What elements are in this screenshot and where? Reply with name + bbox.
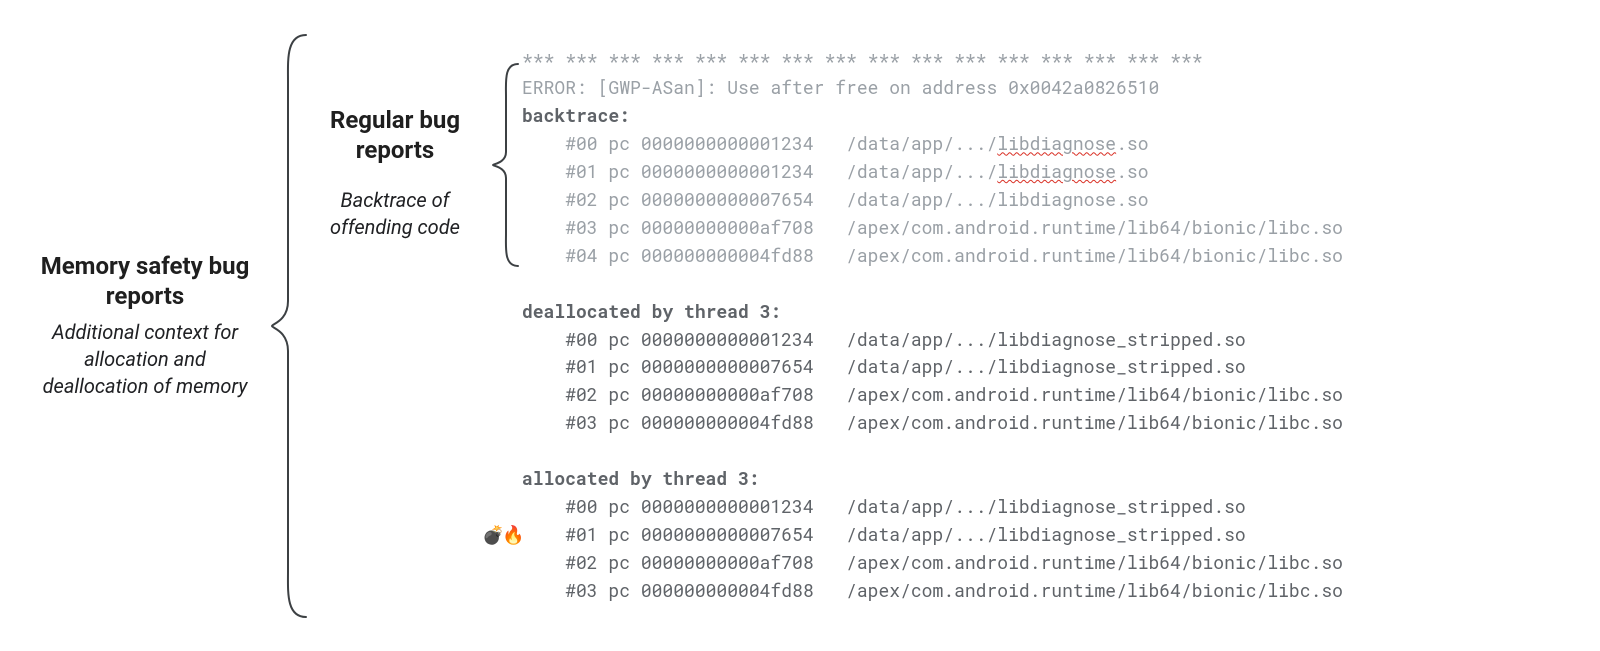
outer-label-column: Memory safety bug reports Additional con… bbox=[30, 251, 270, 400]
code-listing: *** *** *** *** *** *** *** *** *** *** … bbox=[522, 47, 1570, 605]
inner-title: Regular bug reports bbox=[310, 105, 480, 165]
blank-line bbox=[522, 437, 1570, 465]
backtrace-rows: #00 pc 0000000000001234 /data/app/.../li… bbox=[522, 130, 1570, 269]
outer-brace bbox=[270, 31, 310, 621]
stack-frame: 💣🔥#01 pc 0000000000007654 /data/app/.../… bbox=[522, 521, 1570, 549]
dealloc-rows: #00 pc 0000000000001234 /data/app/.../li… bbox=[522, 326, 1570, 438]
backtrace-frame: #00 pc 0000000000001234 /data/app/.../li… bbox=[522, 130, 1570, 158]
stack-frame: #02 pc 00000000000af708 /apex/com.androi… bbox=[522, 549, 1570, 577]
stack-frame: #00 pc 0000000000001234 /data/app/.../li… bbox=[522, 326, 1570, 354]
outer-subtitle: Additional context for allocation and de… bbox=[30, 319, 260, 400]
alloc-heading: allocated by thread 3: bbox=[522, 465, 1570, 493]
stack-frame: #02 pc 00000000000af708 /apex/com.androi… bbox=[522, 381, 1570, 409]
stack-frame: #01 pc 0000000000007654 /data/app/.../li… bbox=[522, 353, 1570, 381]
inner-brace bbox=[490, 60, 522, 270]
dealloc-heading: deallocated by thread 3: bbox=[522, 298, 1570, 326]
stack-frame: #03 pc 000000000004fd88 /apex/com.androi… bbox=[522, 577, 1570, 605]
backtrace-frame: #02 pc 0000000000007654 /data/app/.../li… bbox=[522, 186, 1570, 214]
stack-frame: #00 pc 0000000000001234 /data/app/.../li… bbox=[522, 493, 1570, 521]
backtrace-frame: #03 pc 00000000000af708 /apex/com.androi… bbox=[522, 214, 1570, 242]
diagram-container: Memory safety bug reports Additional con… bbox=[30, 20, 1570, 631]
backtrace-heading: backtrace: bbox=[522, 102, 1570, 130]
inner-label-column: Regular bug reports Backtrace of offendi… bbox=[310, 105, 490, 241]
error-line: ERROR: [GWP-ASan]: Use after free on add… bbox=[522, 74, 1570, 102]
inner-subtitle: Backtrace of offending code bbox=[310, 187, 480, 241]
backtrace-frame: #01 pc 0000000000001234 /data/app/.../li… bbox=[522, 158, 1570, 186]
stack-frame: #03 pc 000000000004fd88 /apex/com.androi… bbox=[522, 409, 1570, 437]
alloc-rows: #00 pc 0000000000001234 /data/app/.../li… bbox=[522, 493, 1570, 605]
bomb-fire-icon: 💣🔥 bbox=[482, 521, 523, 549]
blank-line bbox=[522, 270, 1570, 298]
backtrace-frame: #04 pc 000000000004fd88 /apex/com.androi… bbox=[522, 242, 1570, 270]
separator-stars: *** *** *** *** *** *** *** *** *** *** … bbox=[522, 47, 1570, 75]
outer-title: Memory safety bug reports bbox=[30, 251, 260, 311]
